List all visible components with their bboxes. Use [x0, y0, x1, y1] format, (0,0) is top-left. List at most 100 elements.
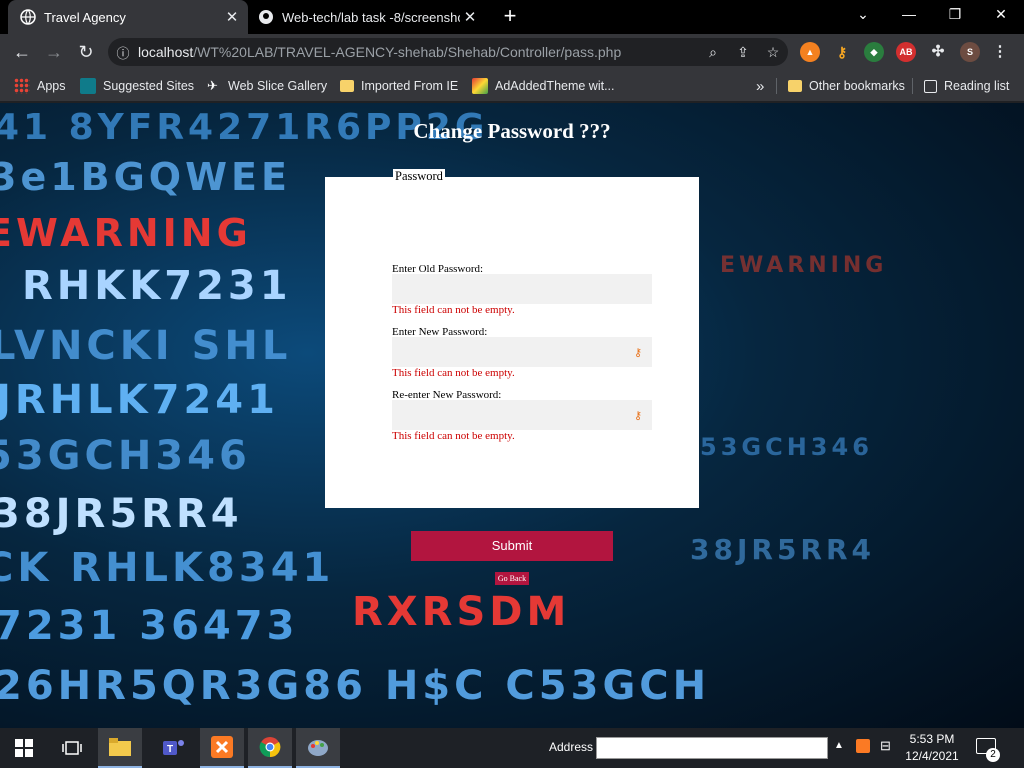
- reload-icon[interactable]: ↻: [72, 38, 100, 66]
- separator: [776, 78, 777, 94]
- folder-icon: [340, 80, 354, 92]
- windows-taskbar: T Address ▲ ⊟ 5:53 PM 12/4/2021 2: [0, 728, 1024, 768]
- bg-code-text: EWARNING: [720, 253, 888, 278]
- separator: [912, 78, 913, 94]
- web-slice-icon: ✈: [207, 78, 218, 93]
- bookmark-label: Suggested Sites: [103, 79, 195, 93]
- bg-code-text: CK RHLK8341: [0, 545, 335, 591]
- bg-code-text: 7231 36473: [0, 603, 299, 649]
- bg-code-text: 38JR5RR4: [0, 491, 243, 537]
- bookmark-suggested-sites[interactable]: Suggested Sites: [80, 76, 194, 96]
- bookmark-adaddedtheme[interactable]: AdAddedTheme wit...: [472, 76, 615, 96]
- forward-icon[interactable]: →: [40, 38, 68, 66]
- bg-code-text: RHKK7231: [22, 263, 292, 309]
- bookmarks-bar: Apps Suggested Sites ✈ Web Slice Gallery…: [0, 70, 1024, 102]
- theme-icon: [472, 78, 488, 94]
- xampp-icon[interactable]: [200, 728, 244, 768]
- bg-code-text: JRHLK7241: [0, 377, 279, 423]
- svg-text:T: T: [167, 744, 173, 755]
- bookmark-imported-from-ie[interactable]: Imported From IE: [340, 76, 458, 96]
- file-explorer-icon[interactable]: [98, 728, 142, 768]
- bg-code-text: 3e1BGQWEE: [0, 155, 291, 199]
- task-view-icon[interactable]: [50, 728, 94, 768]
- bg-code-text: RXRSDM: [352, 589, 571, 635]
- bookmark-star-icon[interactable]: ☆: [758, 44, 788, 61]
- back-icon[interactable]: ←: [8, 38, 36, 66]
- windows-start-icon[interactable]: [2, 728, 46, 768]
- close-window-button[interactable]: ✕: [978, 0, 1024, 30]
- tab-search-icon[interactable]: ⌄: [840, 0, 886, 30]
- new-password-input[interactable]: [392, 337, 652, 367]
- share-icon[interactable]: ⇪: [728, 44, 758, 61]
- reenter-password-input[interactable]: [392, 400, 652, 430]
- restore-button[interactable]: ❐: [932, 0, 978, 30]
- bookmark-label: Web Slice Gallery: [228, 79, 328, 93]
- bookmark-label: AdAddedTheme wit...: [495, 79, 615, 93]
- show-hidden-icons[interactable]: ▲: [834, 740, 844, 751]
- adblock-icon[interactable]: AB: [896, 42, 916, 62]
- extension-icon[interactable]: ▲: [800, 42, 820, 62]
- zoom-icon[interactable]: ⌕: [698, 44, 728, 61]
- tab-strip: Travel Agency ✕ Web-tech/lab task -8/scr…: [0, 0, 1024, 34]
- clock[interactable]: 5:53 PM 12/4/2021: [900, 731, 964, 765]
- new-tab-button[interactable]: +: [498, 5, 522, 29]
- url-text[interactable]: localhost/WT%20LAB/TRAVEL-AGENCY-shehab/…: [138, 44, 698, 60]
- close-tab-icon[interactable]: ✕: [222, 8, 242, 26]
- bookmarks-overflow-button[interactable]: »: [756, 76, 764, 96]
- bg-code-text: EWARNING: [0, 211, 252, 255]
- submit-button[interactable]: Submit: [411, 531, 613, 561]
- password-key-icon[interactable]: ⚷: [634, 409, 646, 422]
- extension-icon[interactable]: ◆: [864, 42, 884, 62]
- old-password-error: This field can not be empty.: [392, 304, 515, 316]
- bookmark-label: Other bookmarks: [809, 79, 905, 93]
- go-back-link[interactable]: Go Back: [495, 572, 529, 585]
- close-tab-icon[interactable]: ✕: [460, 8, 480, 26]
- tab-title: Web-tech/lab task -8/screenshot: [282, 9, 460, 25]
- bookmark-apps[interactable]: Apps: [14, 76, 66, 96]
- apps-grid-icon: [14, 78, 30, 94]
- menu-icon[interactable]: ⋮: [990, 42, 1010, 62]
- bookmark-label: Apps: [37, 79, 66, 93]
- paint-icon[interactable]: [296, 728, 340, 768]
- clock-date: 12/4/2021: [905, 749, 959, 763]
- bing-icon: [80, 78, 96, 94]
- network-icon[interactable]: ⊟: [880, 738, 891, 754]
- password-key-icon[interactable]: ⚷: [634, 346, 646, 359]
- url-path: /WT%20LAB/TRAVEL-AGENCY-shehab/Shehab/Co…: [193, 44, 622, 60]
- new-password-error: This field can not be empty.: [392, 367, 515, 379]
- folder-icon: [788, 80, 802, 92]
- site-info-icon[interactable]: ⓘ: [108, 43, 138, 62]
- reading-list-label: Reading list: [944, 79, 1010, 93]
- bookmark-web-slice-gallery[interactable]: ✈ Web Slice Gallery: [207, 76, 327, 96]
- old-password-input[interactable]: [392, 274, 652, 304]
- notification-count-badge: 2: [986, 748, 1000, 762]
- xampp-tray-icon[interactable]: [856, 739, 870, 753]
- globe-icon: [20, 9, 36, 25]
- bg-code-text: 53GCH346: [700, 433, 873, 461]
- address-bar[interactable]: ⓘ localhost/WT%20LAB/TRAVEL-AGENCY-sheha…: [108, 38, 788, 66]
- bookmark-label: Imported From IE: [361, 79, 459, 93]
- tab-travel-agency[interactable]: Travel Agency ✕: [8, 0, 248, 34]
- tab-web-tech[interactable]: Web-tech/lab task -8/screenshot ✕: [250, 0, 486, 34]
- key-extension-icon[interactable]: ⚷: [832, 42, 852, 62]
- puzzle-icon[interactable]: ✣: [928, 42, 948, 62]
- profile-avatar[interactable]: S: [960, 42, 980, 62]
- minimize-button[interactable]: —: [886, 0, 932, 30]
- address-toolbar-label: Address: [549, 740, 594, 754]
- bg-code-text: 26HR5QR3G86 H$C C53GCH: [0, 663, 711, 709]
- fieldset-legend: Password: [393, 169, 445, 184]
- clock-time: 5:53 PM: [909, 732, 955, 746]
- github-icon: [258, 9, 274, 25]
- page-content: 41 8YFR4271R6PP2G 3e1BGQWEE EWARNING RHK…: [0, 103, 1024, 728]
- bg-code-text: 53GCH346: [0, 433, 251, 479]
- bg-code-text: 38JR5RR4: [690, 533, 876, 566]
- chrome-icon[interactable]: [248, 728, 292, 768]
- address-toolbar-input[interactable]: [596, 737, 828, 759]
- tab-title: Travel Agency: [44, 9, 126, 25]
- reading-list-button[interactable]: Reading list: [924, 76, 1009, 96]
- bookmark-other-bookmarks[interactable]: Other bookmarks: [788, 76, 905, 96]
- teams-icon[interactable]: T: [152, 728, 196, 768]
- page-title: Change Password ???: [413, 119, 611, 143]
- url-host: localhost: [138, 44, 194, 60]
- bg-code-text: LVNCKI SHL: [0, 323, 292, 369]
